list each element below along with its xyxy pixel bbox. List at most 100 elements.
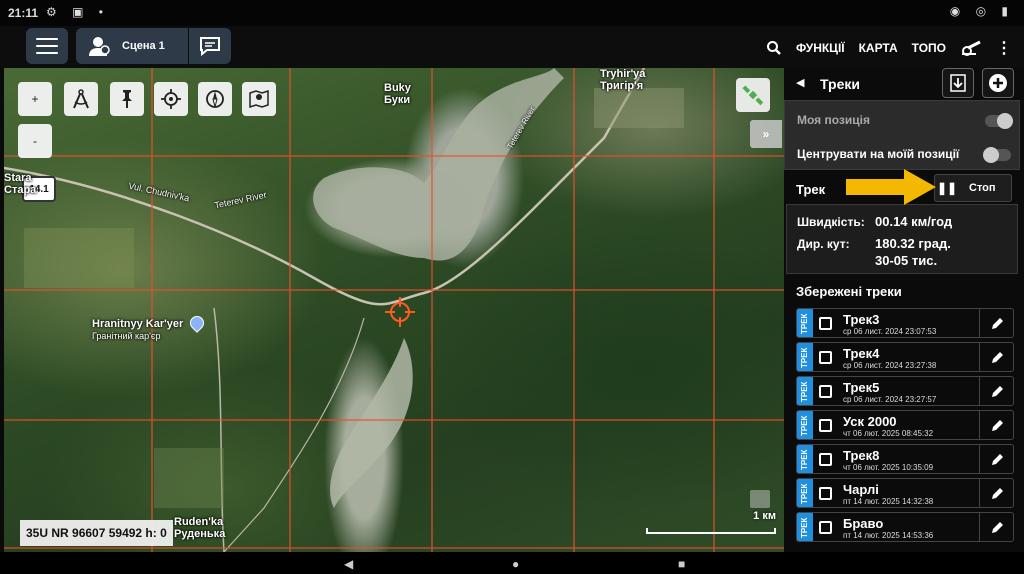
chat-button[interactable] — [189, 28, 231, 64]
track-name: Чарлі — [843, 482, 879, 497]
expand-panel-button[interactable]: » — [750, 120, 782, 148]
pencil-icon — [991, 488, 1003, 499]
compass-tool-button[interactable] — [64, 82, 98, 116]
track-date: ср 06 лист. 2024 23:27:38 — [843, 361, 937, 370]
track-name: Браво — [843, 516, 884, 531]
track-item[interactable]: ТРЕК Трек8 чт 06 лют. 2025 10:35:09 — [796, 444, 1014, 474]
back-arrow-icon[interactable]: ◀ — [796, 76, 804, 89]
track-checkbox[interactable] — [819, 351, 832, 364]
track-name: Уск 2000 — [843, 414, 897, 429]
hamburger-menu-button[interactable] — [26, 28, 68, 64]
download-icon — [950, 74, 966, 92]
map-label-tryhirya: Tryhir'ya Тригір'я — [600, 68, 646, 92]
edit-button[interactable] — [979, 343, 1013, 371]
track-name: Трек4 — [843, 346, 880, 361]
pencil-icon — [991, 522, 1003, 533]
nav-recents-icon[interactable]: ■ — [678, 557, 685, 571]
position-settings: Моя позиція Центрувати на моїй позиції — [784, 100, 1020, 170]
add-track-button[interactable] — [982, 68, 1014, 98]
pin-button[interactable] — [110, 82, 144, 116]
map-label-quarry: Hranitnyy Kar'yer Гранітний кар'єр — [92, 318, 184, 341]
track-item[interactable]: ТРЕК Трек4 ср 06 лист. 2024 23:27:38 — [796, 342, 1014, 372]
map-marker-button[interactable] — [242, 82, 276, 116]
saved-tracks-header: Збережені треки — [796, 284, 902, 299]
edit-button[interactable] — [979, 445, 1013, 473]
track-name: Трек8 — [843, 448, 880, 463]
scene-label: Сцена 1 — [122, 40, 165, 52]
map-pin-icon — [249, 89, 269, 109]
center-position-label: Центрувати на моїй позиції — [797, 147, 960, 161]
edit-button[interactable] — [979, 309, 1013, 337]
edit-button[interactable] — [979, 479, 1013, 507]
zoom-out-button[interactable]: - — [18, 124, 52, 158]
track-tag: ТРЕК — [797, 513, 813, 541]
status-icons: ⚙ ▣ • — [46, 5, 109, 19]
map-view[interactable]: + - 14.1 » Buky Буки Tryhir'ya Тригір'я Te… — [4, 68, 784, 552]
nav-map[interactable]: КАРТА — [859, 41, 898, 55]
layers-button[interactable] — [736, 78, 770, 112]
scene-button[interactable]: Сцена 1 — [76, 28, 188, 64]
saved-tracks-list: ТРЕК Трек3 ср 06 лист. 2024 23:07:53 ТРЕ… — [796, 308, 1014, 546]
search-icon[interactable] — [766, 40, 782, 56]
track-checkbox[interactable] — [819, 385, 832, 398]
pencil-icon — [991, 318, 1003, 329]
speed-key: Швидкість: — [797, 215, 865, 229]
satellite-icon — [742, 85, 764, 106]
locate-button[interactable] — [154, 82, 188, 116]
track-checkbox[interactable] — [819, 453, 832, 466]
track-item[interactable]: ТРЕК Уск 2000 чт 06 лют. 2025 08:45:32 — [796, 410, 1014, 440]
import-button[interactable] — [942, 68, 974, 98]
nav-home-icon[interactable]: ● — [512, 557, 519, 571]
map-marker-small[interactable] — [750, 490, 770, 508]
plus-circle-icon — [989, 74, 1007, 92]
track-stats: Швидкість: 00.14 км/год Дир. кут: 180.32… — [786, 204, 1018, 274]
center-position-toggle[interactable] — [983, 147, 1011, 163]
compass-icon — [206, 90, 224, 108]
track-checkbox[interactable] — [819, 521, 832, 534]
zoom-in-button[interactable]: + — [18, 82, 52, 116]
track-item[interactable]: ТРЕК Трек3 ср 06 лист. 2024 23:07:53 — [796, 308, 1014, 338]
track-date: пт 14 лют. 2025 14:32:38 — [843, 497, 934, 506]
pause-icon[interactable]: ❚❚ — [935, 181, 959, 195]
panel-header: ◀ Треки — [784, 68, 1024, 100]
track-label: Трек — [796, 182, 826, 197]
nav-functions[interactable]: ФУНКЦІЇ — [796, 41, 845, 55]
track-tag: ТРЕК — [797, 445, 813, 473]
orientation-button[interactable] — [198, 82, 232, 116]
target-crosshair-icon[interactable] — [385, 297, 415, 327]
track-tag: ТРЕК — [797, 377, 813, 405]
nav-topo[interactable]: ТОПО — [912, 41, 946, 55]
my-position-label: Моя позиція — [797, 113, 870, 127]
user-icon — [89, 37, 110, 56]
track-item[interactable]: ТРЕК Браво пт 14 лют. 2025 14:53:36 — [796, 512, 1014, 542]
track-checkbox[interactable] — [819, 487, 832, 500]
direction-key: Дир. кут: — [797, 237, 850, 251]
track-checkbox[interactable] — [819, 419, 832, 432]
artillery-icon[interactable] — [960, 40, 982, 56]
scale-label: 1 км — [753, 510, 776, 522]
edit-button[interactable] — [979, 411, 1013, 439]
nav-back-icon[interactable]: ◀ — [344, 557, 353, 571]
track-date: чт 06 лют. 2025 08:45:32 — [843, 429, 934, 438]
track-tag: ТРЕК — [797, 479, 813, 507]
more-options-icon[interactable]: ⋮ — [996, 38, 1012, 58]
coordinates-readout: 35U NR 96607 59492 h: 0 — [20, 520, 173, 546]
stop-button[interactable]: ❚❚ Стоп — [934, 174, 1012, 202]
scale-bar: 1 км — [636, 510, 776, 538]
stop-label: Стоп — [969, 182, 996, 194]
status-bar: 21:11 ⚙ ▣ • ◉ ◎ ▮ — [0, 0, 1024, 26]
track-date: чт 06 лют. 2025 10:35:09 — [843, 463, 934, 472]
track-item[interactable]: ТРЕК Чарлі пт 14 лют. 2025 14:32:38 — [796, 478, 1014, 508]
status-time: 21:11 — [8, 6, 39, 20]
track-checkbox[interactable] — [819, 317, 832, 330]
track-item[interactable]: ТРЕК Трек5 ср 06 лист. 2024 23:27:57 — [796, 376, 1014, 406]
edit-button[interactable] — [979, 513, 1013, 541]
track-name: Трек5 — [843, 380, 880, 395]
track-date: ср 06 лист. 2024 23:07:53 — [843, 327, 937, 336]
panel-title: Треки — [820, 76, 860, 92]
pencil-icon — [991, 454, 1003, 465]
pencil-icon — [991, 420, 1003, 431]
my-position-toggle[interactable] — [985, 113, 1013, 129]
direction-value: 180.32 град. — [875, 236, 951, 251]
edit-button[interactable] — [979, 377, 1013, 405]
